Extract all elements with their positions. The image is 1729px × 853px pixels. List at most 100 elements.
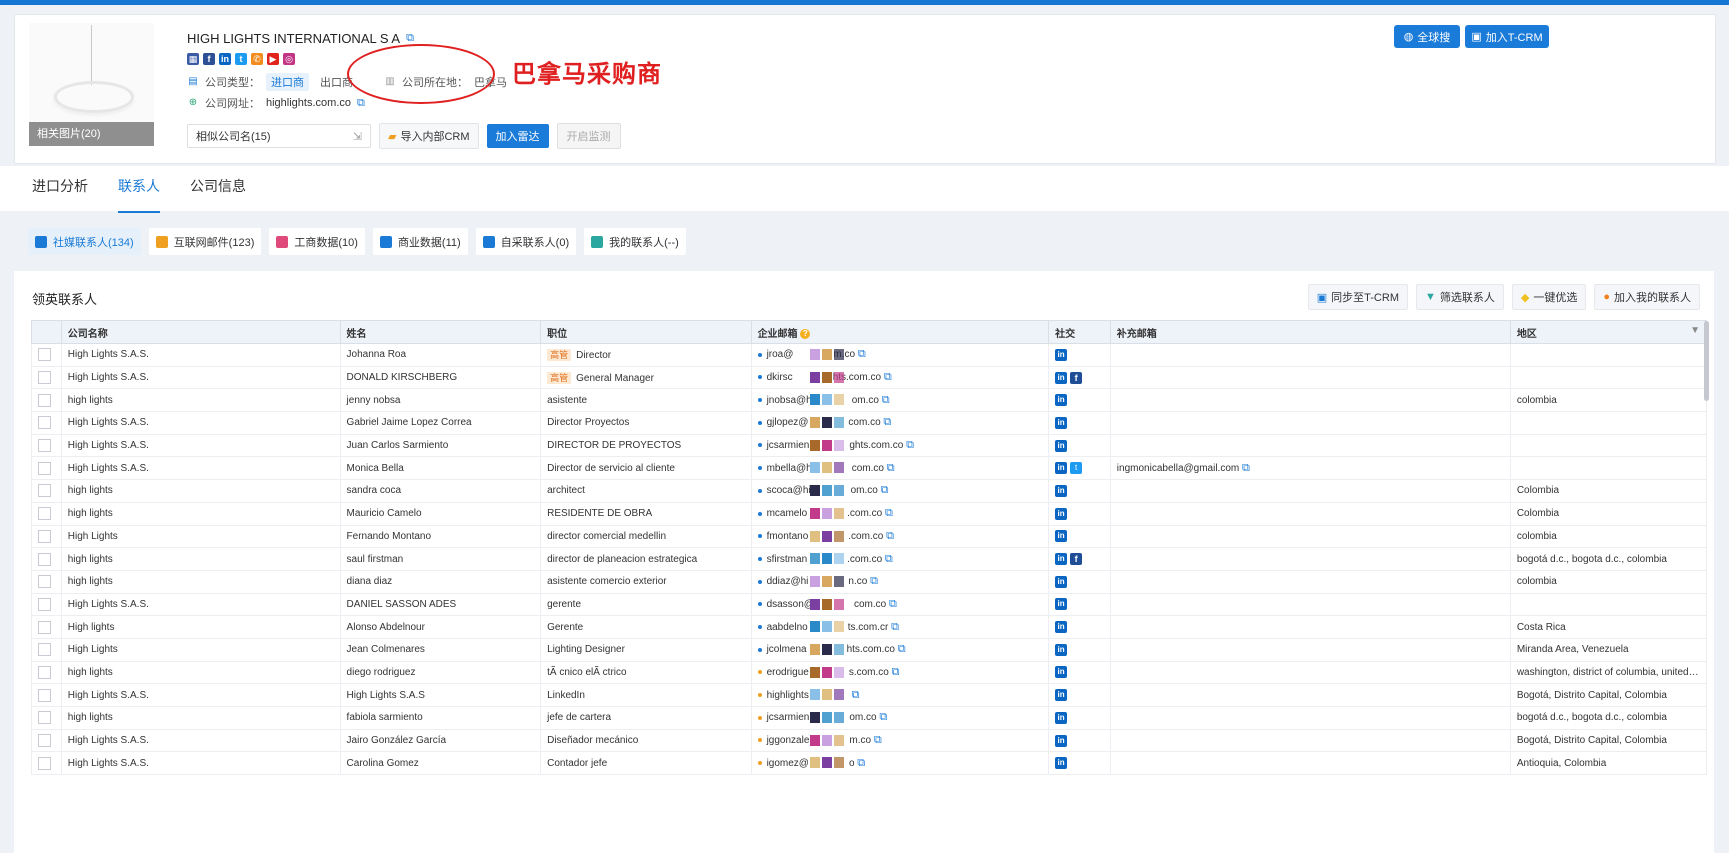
table-row[interactable]: High Lights S.A.S. Gabriel Jaime Lopez Co…	[31, 411, 1708, 435]
table-row[interactable]: high lights Mauricio Camelo RESIDENTE DE O…	[31, 502, 1708, 526]
column-extra-email[interactable]: 补充邮箱	[1109, 320, 1511, 344]
copy-icon[interactable]: ⧉	[884, 371, 892, 383]
name-cell[interactable]: fabiola sarmiento	[340, 706, 542, 730]
copy-icon[interactable]: ⧉	[1242, 462, 1250, 474]
global-search-button[interactable]: ◍ 全球搜	[1394, 25, 1460, 48]
sync-tcrm-button[interactable]: ▣ 同步至T-CRM	[1307, 284, 1408, 310]
copy-icon[interactable]: ⧉	[857, 757, 865, 769]
table-row[interactable]: High Lights Fernando Montano director come…	[31, 525, 1708, 549]
similar-companies-dropdown[interactable]: 相似公司名(15) ⇲	[187, 124, 371, 148]
row-select[interactable]	[31, 661, 62, 685]
add-my-contacts-button[interactable]: ● 加入我的联系人	[1594, 284, 1700, 310]
linkedin-icon[interactable]: in	[1055, 553, 1068, 566]
facebook-icon[interactable]: f	[1070, 553, 1083, 566]
tab-contacts[interactable]: 联系人	[118, 166, 160, 213]
linkedin-icon[interactable]: in	[1055, 575, 1068, 588]
email-cell[interactable]: jggonzale m.co ⧉	[751, 729, 1050, 753]
name-cell[interactable]: High Lights S.A.S	[340, 683, 542, 707]
email-cell[interactable]: sfirstman .com.co ⧉	[751, 547, 1050, 571]
row-checkbox[interactable]	[38, 507, 51, 521]
tab-my-contacts[interactable]: 我的联系人(--)	[584, 228, 686, 255]
copy-icon[interactable]: ⧉	[882, 394, 890, 406]
row-checkbox[interactable]	[38, 734, 51, 748]
linkedin-icon[interactable]: in	[1055, 711, 1068, 724]
email-cell[interactable]: ddiaz@hi n.co ⧉	[751, 570, 1050, 594]
name-cell[interactable]: diego rodriguez	[340, 661, 542, 685]
row-checkbox[interactable]	[38, 484, 51, 498]
filter-icon[interactable]: ▼	[1690, 325, 1700, 336]
row-checkbox[interactable]	[38, 688, 51, 702]
one-click-optimize-button[interactable]: ◆ 一键优选	[1511, 284, 1587, 310]
name-cell[interactable]: jenny nobsa	[340, 388, 542, 413]
copy-icon[interactable]: ⧉	[879, 711, 887, 723]
row-select[interactable]	[31, 547, 62, 571]
table-row[interactable]: high lights sandra coca architect scoca@hi o…	[31, 479, 1708, 503]
table-row[interactable]: High Lights S.A.S. Johanna Roa 高管 Director j…	[31, 343, 1708, 367]
table-row[interactable]: High Lights S.A.S. High Lights S.A.S Linke…	[31, 683, 1708, 707]
tab-self-collected[interactable]: 自采联系人(0)	[475, 228, 577, 255]
name-cell[interactable]: Jean Colmenares	[340, 638, 542, 662]
row-select[interactable]	[31, 502, 62, 526]
table-row[interactable]: High lights Alonso Abdelnour Gerente aabdel…	[31, 615, 1708, 639]
facebook-icon[interactable]: f	[203, 53, 215, 65]
table-row[interactable]: high lights fabiola sarmiento jefe de cart…	[31, 706, 1708, 730]
twitter-icon[interactable]: t	[235, 53, 247, 65]
name-cell[interactable]: Jairo González García	[340, 729, 542, 753]
row-select[interactable]	[31, 388, 62, 413]
linkedin-icon[interactable]: in	[1055, 416, 1068, 429]
import-crm-button[interactable]: ▰ 导入内部CRM	[379, 123, 479, 149]
phone-icon[interactable]: ✆	[251, 53, 263, 65]
copy-icon[interactable]: ⧉	[886, 530, 894, 542]
row-checkbox[interactable]	[38, 393, 51, 407]
copy-icon[interactable]: ⧉	[885, 507, 893, 519]
copy-icon[interactable]: ⧉	[858, 348, 866, 360]
row-checkbox[interactable]	[38, 597, 51, 611]
name-cell[interactable]: diana diaz	[340, 570, 542, 594]
row-select[interactable]	[31, 525, 62, 549]
tab-business-registry[interactable]: 工商数据(10)	[269, 228, 365, 255]
scrollbar[interactable]	[1704, 321, 1709, 401]
email-cell[interactable]: dsasson@ com.co ⧉	[751, 593, 1050, 617]
row-select[interactable]	[31, 593, 62, 617]
filter-contacts-button[interactable]: ▼ 筛选联系人	[1415, 284, 1504, 310]
table-row[interactable]: High Lights S.A.S. Monica Bella Director d…	[31, 456, 1708, 481]
website-link[interactable]: highlights.com.co	[266, 97, 351, 109]
email-cell[interactable]: fmontano .com.co ⧉	[751, 525, 1050, 549]
email-cell[interactable]: jcsarmien om.co ⧉	[751, 706, 1050, 730]
linkedin-icon[interactable]: in	[1055, 371, 1068, 384]
name-cell[interactable]: Gabriel Jaime Lopez Correa	[340, 411, 542, 435]
row-checkbox[interactable]	[38, 552, 51, 566]
row-checkbox[interactable]	[38, 711, 51, 725]
add-tcrm-button[interactable]: ▣ 加入T-CRM	[1465, 25, 1549, 48]
name-cell[interactable]: saul firstman	[340, 547, 542, 571]
linkedin-icon[interactable]: in	[1055, 643, 1068, 656]
email-cell[interactable]: jcolmena hts.com.co ⧉	[751, 638, 1050, 662]
table-row[interactable]: high lights jenny nobsa asistente jnobsa@h o…	[31, 388, 1708, 413]
linkedin-icon[interactable]: in	[1055, 348, 1068, 361]
table-row[interactable]: High Lights S.A.S. Jairo González García D…	[31, 729, 1708, 753]
tab-internet-emails[interactable]: 互联网邮件(123)	[148, 228, 262, 255]
copy-icon[interactable]: ⧉	[883, 416, 891, 428]
name-cell[interactable]: Fernando Montano	[340, 525, 542, 549]
email-cell[interactable]: jnobsa@h om.co ⧉	[751, 388, 1050, 413]
linkedin-icon[interactable]: in	[1055, 462, 1068, 475]
linkedin-icon[interactable]: in	[1055, 689, 1068, 702]
linkedin-icon[interactable]: in	[1055, 484, 1068, 497]
row-select[interactable]	[31, 411, 62, 435]
row-select[interactable]	[31, 751, 62, 776]
row-checkbox[interactable]	[38, 575, 51, 589]
table-row[interactable]: high lights saul firstman director de plan…	[31, 547, 1708, 571]
copy-icon[interactable]: ⧉	[885, 553, 893, 565]
row-checkbox[interactable]	[38, 461, 51, 475]
row-checkbox[interactable]	[38, 439, 51, 453]
copy-icon[interactable]: ⧉	[898, 643, 906, 655]
row-select[interactable]	[31, 570, 62, 594]
copy-icon[interactable]: ⧉	[889, 598, 897, 610]
start-monitor-button[interactable]: 开启监测	[556, 123, 621, 149]
linkedin-icon[interactable]: in	[1055, 530, 1068, 543]
email-cell[interactable]: scoca@hi om.co ⧉	[751, 479, 1050, 503]
copy-icon[interactable]: ⧉	[852, 689, 860, 701]
name-cell[interactable]: Carolina Gomez	[340, 751, 542, 776]
copy-icon[interactable]: ⧉	[887, 462, 895, 474]
email-cell[interactable]: jcsarmien ghts.com.co ⧉	[751, 434, 1050, 458]
